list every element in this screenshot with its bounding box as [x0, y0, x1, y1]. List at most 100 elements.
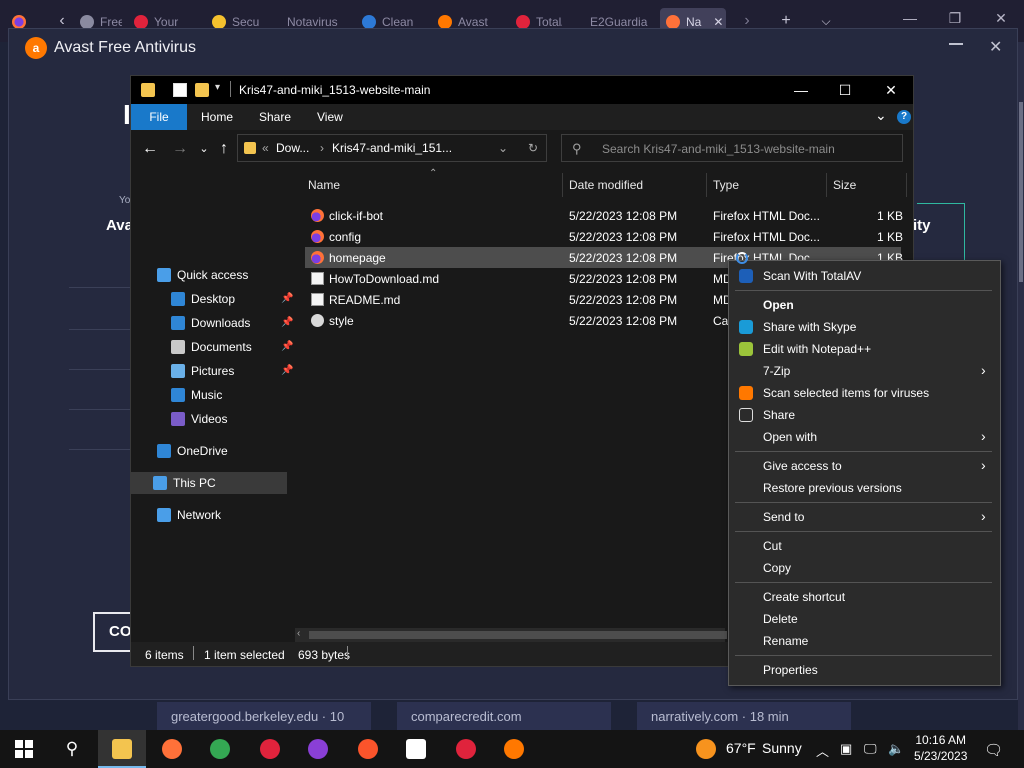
suggestion-tile[interactable]: greatergood.berkeley.edu · 10: [157, 702, 371, 732]
column-divider[interactable]: [826, 173, 827, 197]
ribbon-tab-home[interactable]: Home: [191, 104, 243, 130]
clapper-glyph: [406, 739, 426, 759]
ribbon-tab-view[interactable]: View: [307, 104, 353, 130]
menu-item-scan-with-totalav[interactable]: Scan With TotalAV: [729, 265, 1000, 287]
menu-item-rename[interactable]: Rename: [729, 630, 1000, 652]
weather-temperature[interactable]: 67°F: [726, 740, 756, 756]
address-bar[interactable]: « Dow... › Kris47-and-miki_151... ⌄ ↻: [237, 134, 547, 162]
new-folder-quick-icon[interactable]: [195, 83, 209, 97]
suggestion-tile[interactable]: narratively.com · 18 min: [637, 702, 851, 732]
breadcrumb-current-folder[interactable]: Kris47-and-miki_151...: [332, 141, 452, 155]
refresh-icon[interactable]: ↻: [528, 141, 538, 155]
menu-item-create-shortcut[interactable]: Create shortcut: [729, 586, 1000, 608]
menu-item-share[interactable]: Share: [729, 404, 1000, 426]
weather-sun-icon[interactable]: [694, 737, 718, 761]
file-row[interactable]: config 5/22/2023 12:08 PM Firefox HTML Doc…: [305, 226, 903, 247]
nav-item-quick-access[interactable]: Quick access: [139, 264, 287, 286]
menu-item-7-zip[interactable]: 7-Zip ›: [729, 360, 1000, 382]
browser-minimize-icon[interactable]: —: [900, 10, 920, 26]
horizontal-scrollbar[interactable]: ‹: [295, 628, 727, 642]
tray-app-icon[interactable]: ▣: [840, 741, 852, 757]
network-tray-icon[interactable]: 🖵: [864, 741, 877, 757]
ribbon-expand-chevron-icon[interactable]: ⌄: [875, 107, 887, 124]
volume-icon[interactable]: 🔈: [888, 741, 904, 757]
firefox-icon[interactable]: [160, 737, 184, 761]
menu-item-delete[interactable]: Delete: [729, 608, 1000, 630]
menu-item-edit-with-notepad[interactable]: Edit with Notepad++: [729, 338, 1000, 360]
explorer-minimize-icon[interactable]: —: [791, 82, 811, 98]
column-divider[interactable]: [906, 173, 907, 197]
clapper-icon[interactable]: [404, 737, 428, 761]
explorer-close-icon[interactable]: ✕: [881, 82, 901, 99]
breadcrumb-downloads[interactable]: Dow...: [276, 141, 309, 155]
menu-item-copy[interactable]: Copy: [729, 557, 1000, 579]
column-header-type[interactable]: Type: [713, 178, 739, 192]
menu-item-cut[interactable]: Cut: [729, 535, 1000, 557]
address-dropdown-chevron-icon[interactable]: ⌄: [498, 141, 508, 155]
browser-close-icon[interactable]: ✕: [991, 10, 1011, 27]
menu-item-restore-previous-versions[interactable]: Restore previous versions: [729, 477, 1000, 499]
column-header-name[interactable]: Name: [308, 178, 340, 192]
menu-item-label: 7-Zip: [763, 364, 791, 378]
menu-item-send-to[interactable]: Send to ›: [729, 506, 1000, 528]
avast-icon[interactable]: [502, 737, 526, 761]
nav-item-onedrive[interactable]: OneDrive: [139, 440, 287, 462]
column-divider[interactable]: [706, 173, 707, 197]
nav-item-network[interactable]: Network: [139, 504, 287, 526]
page-scrollbar-thumb[interactable]: [1019, 102, 1023, 282]
ribbon-tab-file[interactable]: File: [131, 104, 187, 130]
avast-minimize-icon[interactable]: [949, 43, 963, 45]
mask-app-icon[interactable]: [306, 737, 330, 761]
nav-item-downloads[interactable]: Downloads 📌: [139, 312, 293, 334]
breadcrumb-separator-icon: ›: [320, 141, 324, 155]
nav-item-desktop[interactable]: Desktop 📌: [139, 288, 293, 310]
up-arrow-icon[interactable]: ↑: [215, 140, 233, 158]
properties-quick-icon[interactable]: [173, 83, 187, 97]
weather-description[interactable]: Sunny: [762, 740, 802, 756]
avast-close-icon[interactable]: ✕: [989, 37, 1002, 57]
menu-item-open-with[interactable]: Open with ›: [729, 426, 1000, 448]
nav-item-videos[interactable]: Videos: [139, 408, 287, 430]
page-scrollbar[interactable]: [1018, 42, 1024, 732]
file-explorer-icon[interactable]: [110, 737, 134, 761]
menu-item-open[interactable]: Open: [729, 294, 1000, 316]
tray-overflow-chevron-icon[interactable]: ︿: [816, 741, 829, 760]
file-row[interactable]: click-if-bot 5/22/2023 12:08 PM Firefox HT…: [305, 205, 903, 226]
forward-arrow-icon[interactable]: →: [171, 140, 189, 158]
horizontal-scrollbar-thumb[interactable]: [309, 631, 727, 639]
quick-access-toolbar-chevron-icon[interactable]: ▾: [215, 82, 220, 93]
nav-item-pictures[interactable]: Pictures 📌: [139, 360, 293, 382]
nav-item-this-pc[interactable]: This PC: [131, 472, 287, 494]
menu-item-label: Copy: [763, 561, 792, 575]
brave-icon[interactable]: [356, 737, 380, 761]
nav-item-documents[interactable]: Documents 📌: [139, 336, 293, 358]
tab-close-icon[interactable]: ✕: [713, 15, 723, 29]
scroll-left-arrow-icon[interactable]: ‹: [297, 628, 300, 639]
column-header-date-modified[interactable]: Date modified: [569, 178, 643, 192]
windows-start-icon[interactable]: [12, 737, 36, 761]
column-divider[interactable]: [562, 173, 563, 197]
chrome-icon[interactable]: [208, 737, 232, 761]
nav-item-music[interactable]: Music: [139, 384, 287, 406]
browser-restore-icon[interactable]: ❐: [945, 10, 965, 27]
menu-item-give-access-to[interactable]: Give access to ›: [729, 455, 1000, 477]
recent-locations-chevron-icon[interactable]: ⌄: [195, 142, 213, 155]
search-box[interactable]: ⚲ Search Kris47-and-miki_1513-website-ma…: [561, 134, 903, 162]
explorer-maximize-icon[interactable]: ☐: [835, 82, 855, 99]
system-clock[interactable]: 10:16 AM 5/23/2023: [914, 732, 967, 764]
shield-app-icon[interactable]: [454, 737, 478, 761]
video-editor-icon[interactable]: [258, 737, 282, 761]
suggestion-tile[interactable]: comparecredit.com: [397, 702, 611, 732]
help-icon[interactable]: ?: [897, 110, 911, 124]
menu-item-scan-selected-items-for-viruses[interactable]: Scan selected items for viruses: [729, 382, 1000, 404]
notifications-icon[interactable]: 🗨: [984, 741, 1003, 759]
menu-item-label: Open: [763, 298, 794, 312]
taskbar-search-icon[interactable]: ⚲: [60, 737, 84, 761]
menu-item-properties[interactable]: Properties: [729, 659, 1000, 681]
address-overflow[interactable]: «: [262, 141, 269, 155]
menu-item-share-with-skype[interactable]: Share with Skype: [729, 316, 1000, 338]
ribbon-tab-share[interactable]: Share: [249, 104, 301, 130]
menu-item-label: Open with: [763, 430, 818, 444]
back-arrow-icon[interactable]: ←: [141, 140, 159, 158]
column-header-size[interactable]: Size: [833, 178, 856, 192]
